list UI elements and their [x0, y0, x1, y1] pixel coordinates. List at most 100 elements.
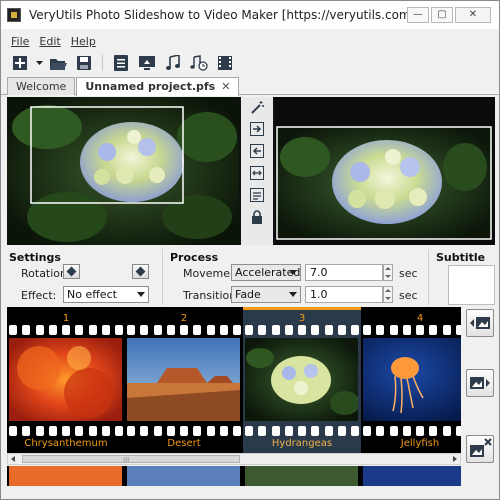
film-holes: [127, 325, 241, 335]
tab-welcome[interactable]: Welcome: [7, 77, 76, 95]
export-video-icon: [139, 56, 155, 70]
film-hole: [115, 325, 123, 335]
menu-file[interactable]: File: [11, 35, 29, 51]
new-project-button[interactable]: [9, 54, 31, 72]
magic-wand-button[interactable]: [249, 99, 265, 115]
arrow-left-icon: [250, 144, 264, 158]
frame-name: Desert: [167, 438, 201, 449]
dropdown-arrow-icon: [35, 60, 43, 65]
insert-image-icon: [470, 377, 490, 389]
film-holes: [9, 426, 123, 436]
film-hole: [284, 426, 293, 436]
remove-image-icon: [470, 438, 492, 457]
film-hole: [416, 426, 424, 436]
film-hole: [245, 325, 253, 335]
film-hole: [311, 426, 320, 436]
transition-duration-stepper[interactable]: [383, 286, 393, 303]
settings-panel: Settings Rotation: Effect: No effect Pro…: [7, 249, 495, 305]
film-hole: [429, 325, 438, 335]
add-image-button[interactable]: [466, 309, 494, 337]
film-hole: [115, 426, 123, 436]
source-image-preview[interactable]: [7, 97, 239, 245]
transition-dropdown[interactable]: Fade: [231, 286, 301, 303]
film-hole: [75, 426, 84, 436]
film-hole: [219, 426, 228, 436]
rotate-right-button[interactable]: [132, 264, 149, 279]
filmstrip-scrollbar[interactable]: III: [7, 453, 461, 465]
transition-duration-input[interactable]: 1.0: [305, 286, 383, 303]
export-video-button[interactable]: [136, 54, 158, 72]
frame-name: Hydrangeas: [271, 438, 333, 449]
filmstrip-frame-selected[interactable]: 3 Hydrangeas: [243, 307, 361, 453]
movement-dropdown[interactable]: Accelerated: [231, 264, 301, 281]
chevron-down-icon: [289, 270, 297, 275]
new-project-dropdown[interactable]: [35, 54, 43, 72]
open-folder-icon: [50, 58, 67, 70]
music-timing-button[interactable]: [188, 54, 210, 72]
menu-help[interactable]: Help: [71, 35, 96, 51]
transition-unit: sec: [399, 289, 418, 302]
film-hole: [311, 325, 320, 335]
frame-name: Chrysanthemum: [24, 438, 108, 449]
partial-thumbnail: [9, 466, 122, 486]
lock-button[interactable]: [249, 209, 265, 225]
film-hole: [402, 426, 411, 436]
divider: [428, 249, 429, 305]
frame-number: 2: [180, 313, 188, 324]
movement-duration-stepper[interactable]: [383, 264, 393, 281]
swap-arrows-icon: [250, 166, 264, 180]
title-bar: VeryUtils Photo Slideshow to Video Maker…: [1, 1, 499, 29]
film-hole: [101, 325, 110, 335]
tab-close-icon[interactable]: ✕: [221, 80, 230, 93]
film-holes: [363, 426, 461, 436]
film-hole: [455, 325, 461, 335]
film-hole: [153, 426, 162, 436]
process-title: Process: [170, 251, 219, 264]
filmstrip-frame[interactable]: 4 Jellyfish: [361, 307, 461, 453]
film-settings-button[interactable]: [214, 54, 236, 72]
tab-unnamed-project[interactable]: Unnamed project.pfs ✕: [76, 77, 240, 96]
minimize-button[interactable]: —: [407, 7, 429, 23]
film-hole: [416, 325, 424, 335]
arrow-right-icon: [250, 122, 264, 136]
rotate-left-button[interactable]: [63, 264, 80, 279]
insert-image-button[interactable]: [466, 369, 494, 397]
add-music-button[interactable]: [162, 54, 184, 72]
film-hole: [402, 325, 411, 335]
remove-image-button[interactable]: [466, 435, 494, 463]
scroll-right-icon[interactable]: [453, 456, 457, 462]
filmstrip-frame[interactable]: 1 Chrysanthemum: [7, 307, 125, 453]
close-button[interactable]: ✕: [455, 7, 491, 23]
properties-icon: [114, 55, 128, 71]
effect-dropdown[interactable]: No effect: [63, 286, 149, 303]
scroll-left-icon[interactable]: [11, 456, 15, 462]
film-hole: [298, 426, 306, 436]
partial-thumbnail: [363, 466, 461, 486]
open-project-button[interactable]: [47, 54, 69, 72]
maximize-button[interactable]: ▢: [431, 7, 453, 23]
toolbar: [1, 52, 499, 74]
move-left-button[interactable]: [249, 143, 265, 159]
movement-duration-input[interactable]: 7.0: [305, 264, 383, 281]
properties-button[interactable]: [110, 54, 132, 72]
menu-bar: File Edit Help: [1, 35, 499, 51]
film-hole: [127, 426, 135, 436]
save-project-button[interactable]: [73, 54, 95, 72]
new-project-icon: [13, 56, 27, 70]
film-icon: [218, 56, 232, 70]
menu-edit[interactable]: Edit: [39, 35, 60, 51]
app-logo-icon: [7, 8, 21, 22]
move-right-button[interactable]: [249, 121, 265, 137]
swap-button[interactable]: [249, 165, 265, 181]
text-button[interactable]: [249, 187, 265, 203]
save-icon: [77, 56, 91, 70]
film-hole: [22, 426, 31, 436]
film-hole: [35, 325, 44, 335]
subtitle-textarea[interactable]: [448, 265, 495, 305]
transition-value: Fade: [235, 288, 261, 301]
film-hole: [206, 325, 215, 335]
scrollbar-thumb[interactable]: III: [22, 455, 240, 464]
film-hole: [337, 426, 346, 436]
filmstrip-frame[interactable]: 2 Desert: [125, 307, 243, 453]
film-holes: [363, 325, 461, 335]
